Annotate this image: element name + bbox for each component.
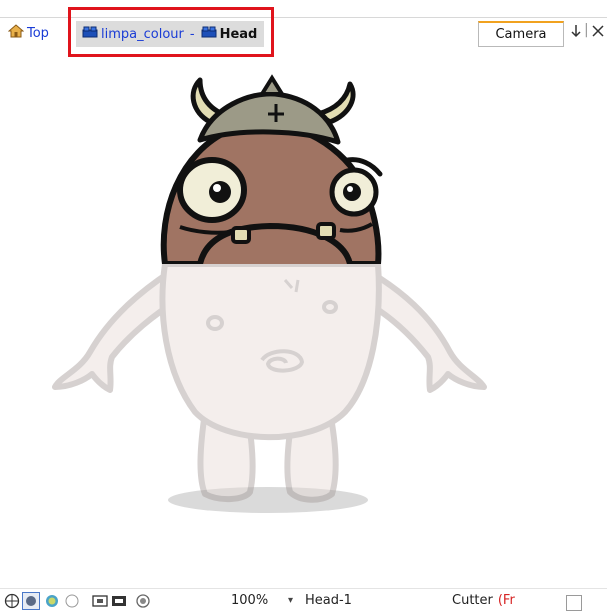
zoom-dropdown-icon[interactable]: ▾ xyxy=(288,592,293,609)
breadcrumb-highlight xyxy=(68,7,274,57)
light-table-icon[interactable] xyxy=(64,592,80,609)
pin-icon[interactable] xyxy=(570,24,582,42)
bottom-toolbar: 100% ▾ Head-1 Cutter (Fr xyxy=(0,588,607,612)
ground-shadow xyxy=(168,487,368,513)
cutter-frame: (Fr xyxy=(497,593,515,608)
character-drawing xyxy=(52,74,487,513)
cutter-label: Cutter xyxy=(452,593,493,608)
crosshair-icon[interactable] xyxy=(4,592,20,609)
head-drawing xyxy=(160,74,383,264)
zoom-level[interactable]: 100% xyxy=(231,592,268,609)
breadcrumb-top-label: Top xyxy=(27,25,49,41)
close-icon[interactable] xyxy=(592,24,604,42)
camera-viewport[interactable] xyxy=(0,52,607,587)
cutter-status: Cutter (Fr xyxy=(452,592,515,609)
body-faded xyxy=(52,261,487,503)
onion-skin-icon[interactable] xyxy=(135,592,151,609)
gear-icon[interactable] xyxy=(44,592,60,609)
render-mode-icon[interactable] xyxy=(22,591,40,610)
breadcrumb-top[interactable]: Top xyxy=(7,24,49,42)
house-icon xyxy=(7,24,25,42)
current-node: Head-1 xyxy=(305,593,352,608)
frame-icon[interactable] xyxy=(111,592,127,609)
tab-camera-label: Camera xyxy=(495,27,547,42)
tab-divider: | xyxy=(584,22,589,38)
tab-camera[interactable]: Camera xyxy=(478,21,564,47)
toggle-checkbox[interactable] xyxy=(566,595,582,611)
safe-area-icon[interactable] xyxy=(92,592,108,609)
